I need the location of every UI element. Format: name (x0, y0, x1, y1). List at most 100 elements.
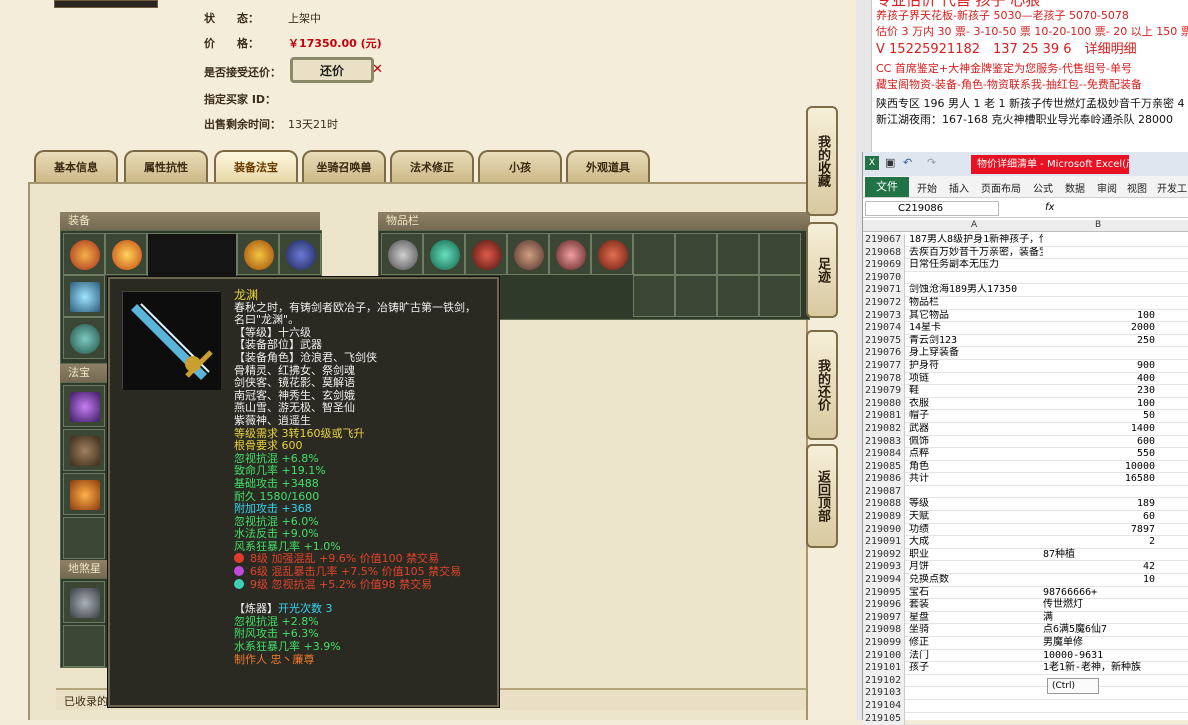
table-row[interactable]: 219089 天赋 60 (863, 511, 1188, 524)
cell-a[interactable]: 剑蚀沧海189男人17350 (909, 284, 1043, 297)
row-number[interactable]: 219090 (863, 523, 905, 537)
row-number[interactable]: 219100 (863, 649, 905, 663)
bag-slot-6[interactable] (591, 233, 633, 275)
cell-a[interactable]: 日常任务副本无压力 (909, 259, 1043, 272)
table-row[interactable]: 219099 修正 男魔单修 (863, 637, 1188, 650)
cell-a[interactable]: 衣服 (909, 398, 1043, 411)
row-number[interactable]: 219068 (863, 246, 905, 260)
file-tab[interactable]: 文件 (865, 177, 909, 197)
cell-a[interactable]: 宝石 (909, 587, 1043, 600)
row-number[interactable]: 219095 (863, 586, 905, 600)
close-icon[interactable]: ✕ (372, 62, 383, 77)
menu-data[interactable]: 数据 (1065, 180, 1085, 195)
cell-b[interactable]: 16580 (1043, 473, 1155, 486)
dimo-slot-2[interactable] (63, 625, 105, 667)
row-number[interactable]: 219079 (863, 385, 905, 398)
table-row[interactable]: 219071 剑蚀沧海189男人17350 (863, 284, 1188, 297)
row-number[interactable]: 219097 (863, 611, 905, 625)
cell-b[interactable]: 点6满5魔6仙7 (1043, 624, 1155, 637)
cell-b[interactable]: 7897 (1043, 524, 1155, 537)
cell-b[interactable]: 98766666+ (1043, 587, 1155, 600)
row-number[interactable]: 219081 (863, 410, 905, 423)
menu-view[interactable]: 视图 (1127, 180, 1147, 195)
table-row[interactable]: 219103 (863, 687, 1188, 700)
cell-b[interactable]: 男魔单修 (1043, 637, 1155, 650)
cell-b[interactable]: 230 (1043, 385, 1155, 398)
table-row[interactable]: 219086 共计 16580 (863, 473, 1188, 486)
table-row[interactable]: 219100 法门 10000-9631 (863, 649, 1188, 663)
table-row[interactable]: 219073 其它物品 100 (863, 309, 1188, 323)
table-row[interactable]: 219092 职业 87种植 (863, 548, 1188, 562)
equip-slot-hat[interactable] (105, 233, 147, 275)
menu-insert[interactable]: 插入 (949, 180, 969, 195)
cell-b[interactable]: 189 (1043, 498, 1155, 511)
bag-slot-7[interactable] (633, 233, 675, 275)
cell-b[interactable]: 2 (1043, 536, 1155, 549)
table-row[interactable]: 219078 项链 400 (863, 372, 1188, 386)
menu-page-layout[interactable]: 页面布局 (981, 180, 1021, 195)
cell-a[interactable]: 月饼 (909, 561, 1043, 574)
cell-a[interactable]: 共计 (909, 473, 1043, 486)
row-number[interactable]: 219071 (863, 284, 905, 297)
row-number[interactable]: 219105 (863, 712, 905, 725)
cell-b[interactable]: 1400 (1043, 423, 1155, 436)
tab-attributes[interactable]: 属性抗性 (124, 150, 208, 182)
tab-basic-info[interactable]: 基本信息 (34, 150, 118, 182)
row-number[interactable]: 219102 (863, 674, 905, 688)
table-row[interactable]: 219105 (863, 712, 1188, 725)
row-number[interactable]: 219091 (863, 536, 905, 549)
fabao-slot-3[interactable] (63, 473, 105, 515)
table-row[interactable]: 219088 等级 189 (863, 498, 1188, 512)
cell-a[interactable]: 鞋 (909, 385, 1043, 398)
table-row[interactable]: 219075 青云剑123 250 (863, 334, 1188, 348)
table-row[interactable]: 219098 坐骑 点6满5魔6仙7 (863, 624, 1188, 637)
table-row[interactable]: 219082 武器 1400 (863, 422, 1188, 436)
table-row[interactable]: 219081 帽子 50 (863, 410, 1188, 423)
table-row[interactable]: 219091 大成 2 (863, 536, 1188, 549)
cell-b[interactable]: 10 (1043, 574, 1155, 587)
row-number[interactable]: 219077 (863, 359, 905, 373)
bag-slot-11[interactable] (633, 275, 675, 317)
row-number[interactable]: 219083 (863, 435, 905, 449)
row-number[interactable]: 219074 (863, 322, 905, 335)
menu-home[interactable]: 开始 (917, 180, 937, 195)
cell-a[interactable]: 坐骑 (909, 624, 1043, 637)
row-number[interactable]: 219073 (863, 309, 905, 323)
my-counter-offers-button[interactable]: 我的还价 (806, 330, 838, 440)
cell-b[interactable]: 42 (1043, 561, 1155, 574)
cell-a[interactable]: 其它物品 (909, 310, 1043, 323)
cell-b[interactable]: 50 (1043, 410, 1155, 423)
table-row[interactable]: 219096 套装 传世燃灯 (863, 599, 1188, 612)
cell-b[interactable]: 900 (1043, 360, 1155, 373)
cell-a[interactable]: 功绩 (909, 524, 1043, 537)
fabao-slot-2[interactable] (63, 429, 105, 471)
table-row[interactable]: 219077 护身符 900 (863, 359, 1188, 373)
bag-slot-5[interactable] (549, 233, 591, 275)
cell-a[interactable]: 法门 (909, 650, 1043, 663)
cell-a[interactable]: 武器 (909, 423, 1043, 436)
row-number[interactable]: 219098 (863, 624, 905, 637)
cell-b[interactable]: 2000 (1043, 322, 1155, 335)
menu-formulas[interactable]: 公式 (1033, 180, 1053, 195)
cell-b[interactable]: 1老1新-老神，新种族 (1043, 662, 1155, 675)
row-number[interactable]: 219104 (863, 699, 905, 713)
equip-slot-weapon[interactable] (63, 275, 105, 317)
table-row[interactable]: 219070 (863, 271, 1188, 285)
table-row[interactable]: 219074 14星卡 2000 (863, 322, 1188, 335)
row-number[interactable]: 219092 (863, 548, 905, 562)
cell-a[interactable]: 天赋 (909, 511, 1043, 524)
cell-a[interactable]: 去疾百万妙音千万亲密，装备宝宝齐全价格合适 (909, 247, 1043, 260)
cell-a[interactable]: 职业 (909, 549, 1043, 562)
cell-a[interactable]: 身上穿装备 (909, 347, 1043, 360)
cell-a[interactable]: 修正 (909, 637, 1043, 650)
bag-slot-10[interactable] (759, 233, 801, 275)
cell-a[interactable]: 星盘 (909, 612, 1043, 625)
cell-b[interactable]: 10000-9631 (1043, 650, 1155, 663)
equip-slot-amulet[interactable] (63, 233, 105, 275)
cell-a[interactable]: 兑换点数 (909, 574, 1043, 587)
bag-slot-2[interactable] (423, 233, 465, 275)
fx-icon[interactable]: fx (1045, 202, 1054, 213)
footprint-button[interactable]: 足迹 (806, 222, 838, 318)
tab-spell-correction[interactable]: 法术修正 (390, 150, 474, 182)
tab-children[interactable]: 小孩 (478, 150, 562, 182)
